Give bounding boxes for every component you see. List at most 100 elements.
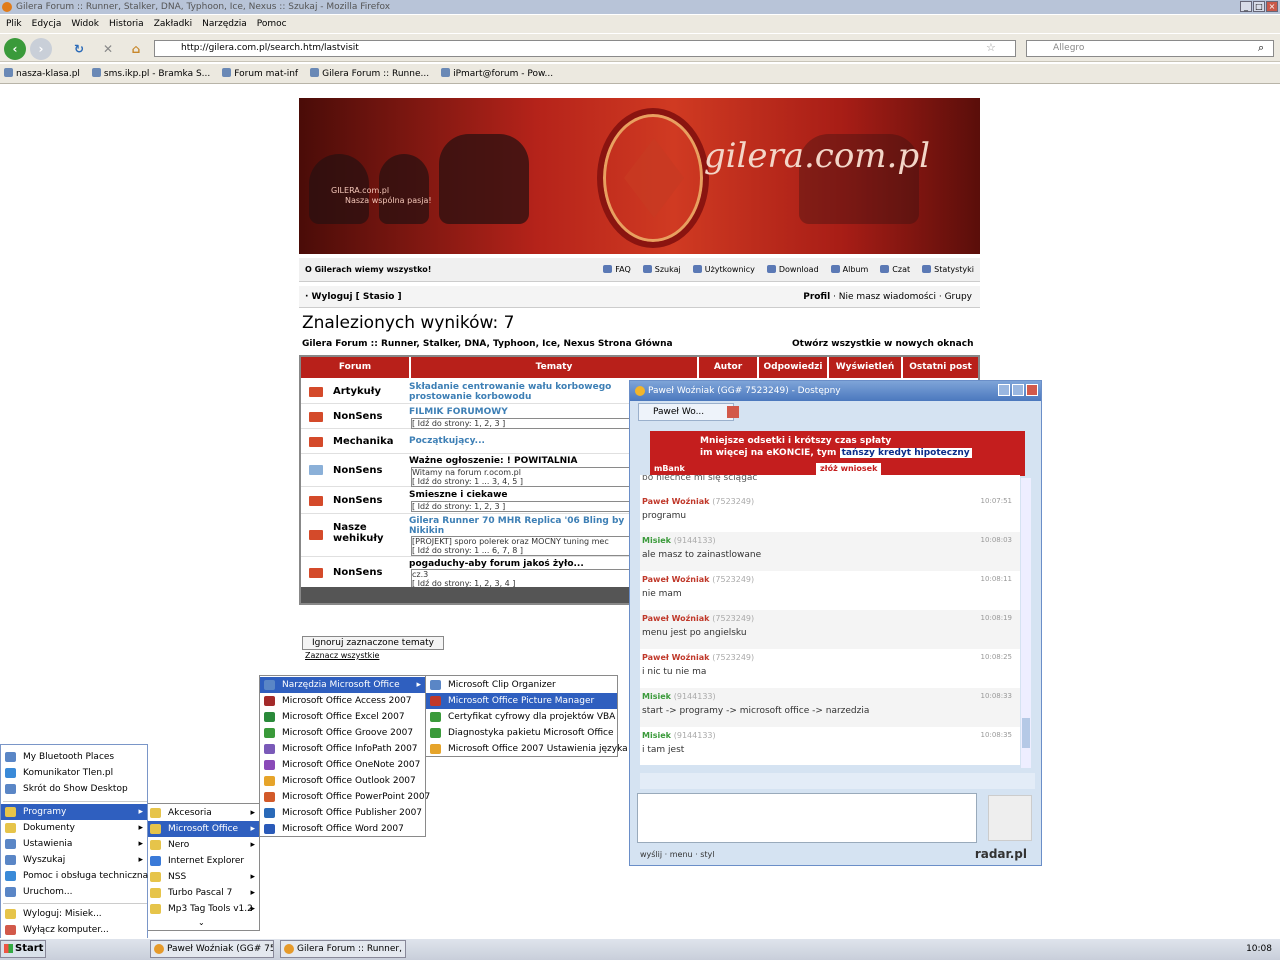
- table-row[interactable]: Artykuły Składanie centrowanie wału korb…: [301, 380, 631, 404]
- menu-item-office-tools[interactable]: Narzędzia Microsoft Office: [260, 677, 425, 693]
- bookmark-item[interactable]: Forum mat-inf: [222, 68, 298, 79]
- menu-item-word[interactable]: Microsoft Office Word 2007: [260, 821, 425, 837]
- menu-item-accessories[interactable]: Akcesoria: [146, 805, 259, 821]
- nav-link-search[interactable]: Szukaj: [643, 258, 681, 282]
- menu-item-turbo-pascal[interactable]: Turbo Pascal 7: [146, 885, 259, 901]
- taskbar-button-firefox[interactable]: Gilera Forum :: Runner, ...: [280, 940, 406, 958]
- nav-link-download[interactable]: Download: [767, 258, 819, 282]
- messages-link[interactable]: · Nie masz wiadomości · Grupy: [833, 292, 972, 302]
- table-row[interactable]: NonSens FILMIK FORUMOWY [ Idź do strony:…: [301, 405, 631, 429]
- menu-item-outlook[interactable]: Microsoft Office Outlook 2007: [260, 773, 425, 789]
- forum-name[interactable]: NonSens: [333, 567, 382, 578]
- menu-item-powerpoint[interactable]: Microsoft Office PowerPoint 2007: [260, 789, 430, 805]
- ignore-topics-button[interactable]: Ignoruj zaznaczone tematy: [302, 636, 444, 650]
- tab-close-icon[interactable]: [727, 406, 739, 418]
- forum-name[interactable]: NonSens: [333, 411, 382, 422]
- topic-title[interactable]: Ważne ogłoszenie: ! POWITALNIA: [409, 456, 631, 466]
- table-row[interactable]: NonSens Ważne ogłoszenie: ! POWITALNIA W…: [301, 455, 631, 487]
- menu-item-groove[interactable]: Microsoft Office Groove 2007: [260, 725, 425, 741]
- menu-help[interactable]: Pomoc: [257, 19, 287, 29]
- chat-scrollbar[interactable]: [1021, 478, 1031, 768]
- menu-item-shutdown[interactable]: Wyłącz komputer...: [1, 922, 147, 938]
- breadcrumb[interactable]: Gilera Forum :: Runner, Stalker, DNA, Ty…: [302, 339, 673, 349]
- search-input[interactable]: Allegro: [1026, 40, 1274, 57]
- nav-link-album[interactable]: Album: [831, 258, 869, 282]
- menu-item-internet-explorer[interactable]: Internet Explorer: [146, 853, 259, 869]
- ad-apply-button[interactable]: złóż wniosek: [816, 463, 882, 475]
- bookmark-item[interactable]: nasza-klasa.pl: [4, 68, 80, 79]
- menu-history[interactable]: Historia: [109, 19, 144, 29]
- advertisement-banner[interactable]: Mniejsze odsetki i krótszy czas spłaty i…: [650, 431, 1025, 476]
- nav-link-chat[interactable]: Czat: [880, 258, 910, 282]
- forum-name[interactable]: Mechanika: [333, 436, 393, 447]
- topic-title[interactable]: Składanie centrowanie wału korbowego pro…: [409, 382, 631, 404]
- menu-item-run[interactable]: Uruchom...: [1, 884, 147, 900]
- start-button[interactable]: Start: [0, 940, 46, 958]
- menu-item-infopath[interactable]: Microsoft Office InfoPath 2007: [260, 741, 425, 757]
- maximize-button[interactable]: □: [1253, 1, 1265, 12]
- topic-title[interactable]: Gilera Runner 70 MHR Replica '06 Bling b…: [409, 516, 631, 536]
- menu-edit[interactable]: Edycja: [32, 19, 62, 29]
- menu-item-help[interactable]: Pomoc i obsługa techniczna: [1, 868, 148, 884]
- menu-item-microsoft-office[interactable]: Microsoft Office: [146, 821, 259, 837]
- chat-close-button[interactable]: [1026, 384, 1038, 396]
- menu-item-nero[interactable]: Nero: [146, 837, 259, 853]
- address-bar[interactable]: http://gilera.com.pl/search.htm/lastvisi…: [154, 40, 1016, 57]
- topic-pages[interactable]: cz.3 [ Idź do strony: 1, 2, 3, 4 ]: [411, 569, 631, 589]
- bookmark-item[interactable]: Gilera Forum :: Runne...: [310, 68, 429, 79]
- topic-title[interactable]: FILMIK FORUMOWY: [409, 407, 631, 417]
- system-tray[interactable]: 10:08: [1100, 940, 1278, 958]
- stop-icon[interactable]: ✕: [97, 38, 119, 60]
- menu-item-publisher[interactable]: Microsoft Office Publisher 2007: [260, 805, 425, 821]
- menu-item-nss[interactable]: NSS: [146, 869, 259, 885]
- topic-pages[interactable]: [ Idź do strony: 1, 2, 3 ]: [411, 418, 631, 429]
- menu-item-programs[interactable]: Programy: [1, 804, 147, 820]
- menu-view[interactable]: Widok: [71, 19, 99, 29]
- menu-file[interactable]: Plik: [6, 19, 22, 29]
- home-icon[interactable]: ⌂: [125, 38, 147, 60]
- forward-button[interactable]: ›: [30, 38, 52, 60]
- bookmark-item[interactable]: iPmart@forum - Pow...: [441, 68, 553, 79]
- chat-tab[interactable]: Paweł Wo...: [638, 403, 734, 421]
- forum-name[interactable]: NonSens: [333, 495, 382, 506]
- table-row[interactable]: Mechanika Początkujący...: [301, 430, 631, 454]
- nav-link-faq[interactable]: FAQ: [603, 258, 631, 282]
- chat-formatting-toolbar[interactable]: [640, 773, 1035, 789]
- bookmark-star-icon[interactable]: ☆: [986, 41, 996, 54]
- window-title-bar[interactable]: Gilera Forum :: Runner, Stalker, DNA, Ty…: [0, 0, 1280, 14]
- chat-title[interactable]: Paweł Woźniak (GG# 7523249) - Dostępny: [630, 381, 1041, 401]
- topic-title[interactable]: Początkujący...: [409, 436, 631, 446]
- taskbar-button-chat[interactable]: Paweł Woźniak (GG# 75...: [150, 940, 274, 958]
- site-banner[interactable]: gilera.com.pl GILERA.com.pl Nasza wspóln…: [299, 98, 980, 254]
- chat-window[interactable]: Paweł Woźniak (GG# 7523249) - Dostępny P…: [629, 380, 1042, 866]
- chat-minimize-button[interactable]: [998, 384, 1010, 396]
- topic-title[interactable]: pogaduchy-aby forum jakoś żyło...: [409, 559, 631, 569]
- menu-item-settings[interactable]: Ustawienia: [1, 836, 147, 852]
- reload-icon[interactable]: ↻: [68, 38, 90, 60]
- menu-item-language-settings[interactable]: Microsoft Office 2007 Ustawienia języka: [426, 741, 628, 757]
- menu-item-bluetooth[interactable]: My Bluetooth Places: [1, 749, 147, 765]
- topic-title[interactable]: Śmieszne i ciekawe: [409, 490, 631, 500]
- menu-item-logoff[interactable]: Wyloguj: Misiek...: [1, 906, 147, 922]
- menu-item-clip-organizer[interactable]: Microsoft Clip Organizer: [426, 677, 617, 693]
- menu-item-vba-certificate[interactable]: Certyfikat cyfrowy dla projektów VBA: [426, 709, 617, 725]
- nav-link-users[interactable]: Użytkownicy: [693, 258, 755, 282]
- nav-link-stats[interactable]: Statystyki: [922, 258, 974, 282]
- minimize-button[interactable]: _: [1240, 1, 1252, 12]
- menu-item-documents[interactable]: Dokumenty: [1, 820, 147, 836]
- topic-pages[interactable]: [PROJEKT] sporo polerek oraz MOCNY tunin…: [411, 536, 631, 556]
- chat-messages[interactable]: bo niechce mi się ściągać Paweł Woźniak …: [640, 475, 1020, 765]
- menu-item-show-desktop[interactable]: Skrót do Show Desktop: [1, 781, 147, 797]
- table-row[interactable]: NonSens Śmieszne i ciekawe [ Idź do stro…: [301, 488, 631, 514]
- close-button[interactable]: ×: [1266, 1, 1278, 12]
- chat-bottom-menu[interactable]: wyślij · menu · styl: [640, 850, 715, 859]
- mark-all-link[interactable]: Zaznacz wszystkie: [305, 651, 379, 660]
- chat-input[interactable]: [637, 793, 977, 843]
- topic-pages[interactable]: Witamy na forum r.ocom.pl [ Idź do stron…: [411, 467, 631, 487]
- clock[interactable]: 10:08: [1246, 944, 1272, 954]
- menu-item-access[interactable]: Microsoft Office Access 2007: [260, 693, 425, 709]
- search-icon[interactable]: ⌕: [1258, 41, 1264, 55]
- topic-pages[interactable]: [ Idź do strony: 1, 2, 3 ]: [411, 501, 631, 512]
- menu-item-search[interactable]: Wyszukaj: [1, 852, 147, 868]
- bookmark-item[interactable]: sms.ikp.pl - Bramka S...: [92, 68, 210, 79]
